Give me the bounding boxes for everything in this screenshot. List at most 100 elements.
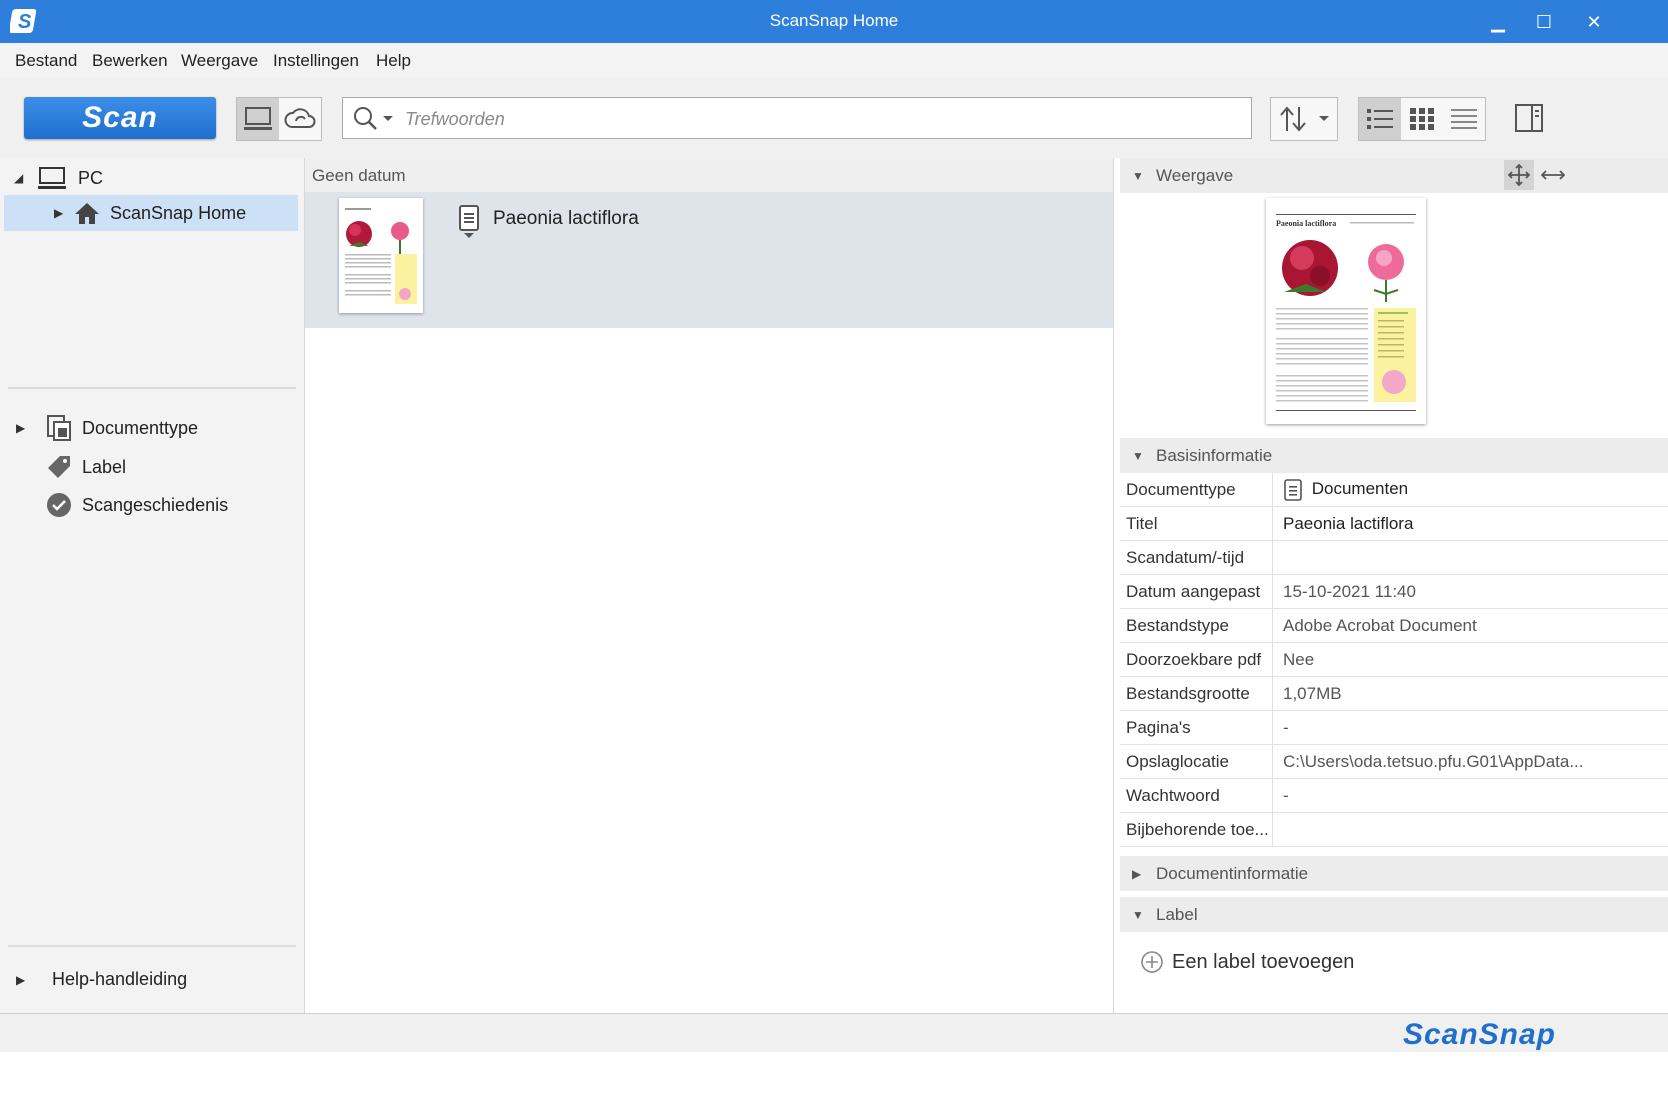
- page-preview-image: Paeonia lactiflora: [1276, 214, 1416, 411]
- table-row: Documenttype Documenten: [1120, 473, 1668, 507]
- monitor-icon: [244, 107, 272, 130]
- close-button[interactable]: ✕: [1574, 8, 1614, 36]
- info-key: Bestandstype: [1120, 608, 1273, 643]
- basic-info-section-header[interactable]: ▼ Basisinformatie: [1120, 438, 1668, 473]
- tree-item-label: ScanSnap Home: [110, 202, 247, 223]
- document-thumbnail[interactable]: [339, 198, 423, 313]
- fit-page-button[interactable]: [1504, 160, 1534, 190]
- menu-help[interactable]: Help: [376, 51, 411, 71]
- table-row: Bijbehorende toe...: [1120, 812, 1668, 847]
- list-view-toggle[interactable]: [1359, 98, 1401, 140]
- search-icon[interactable]: [351, 104, 395, 132]
- table-row: Titel Paeonia lactiflora: [1120, 506, 1668, 541]
- sort-button[interactable]: [1270, 97, 1338, 141]
- grid-view-toggle[interactable]: [1401, 98, 1443, 140]
- collapse-triangle-icon[interactable]: ▼: [1132, 169, 1146, 183]
- document-info-section-header[interactable]: ▶ Documentinformatie: [1120, 856, 1668, 891]
- menu-instellingen[interactable]: Instellingen: [273, 51, 359, 71]
- scansnap-brand-logo: ScanSnap: [1402, 1018, 1556, 1051]
- computer-icon: [38, 167, 66, 189]
- document-icon: [1284, 478, 1302, 501]
- tree-item-label: Help-handleiding: [52, 969, 188, 989]
- info-value-documenttype[interactable]: Documenten: [1272, 473, 1668, 507]
- navigation-pane: ◢ PC ▶ ScanSnap Home ▶ Documenttype Labe…: [0, 158, 305, 1013]
- info-value-title[interactable]: Paeonia lactiflora: [1272, 506, 1668, 541]
- tree-item-label: Label: [82, 456, 127, 477]
- status-bar: ScanSnap: [0, 1013, 1668, 1052]
- info-value-modified-date: 15-10-2021 11:40: [1272, 574, 1668, 609]
- sort-arrows-icon: [1280, 106, 1329, 132]
- label-section-header[interactable]: ▼ Label: [1120, 897, 1668, 932]
- document-icon: [459, 205, 479, 238]
- info-value-file-type: Adobe Acrobat Document: [1272, 608, 1668, 643]
- menu-weergave[interactable]: Weergave: [181, 51, 258, 71]
- search-box: [342, 97, 1252, 139]
- horizontal-arrows-icon: [1541, 170, 1565, 180]
- window-title: ScanSnap Home: [769, 11, 899, 30]
- scan-button[interactable]: Scan: [24, 97, 216, 139]
- home-icon: [75, 203, 99, 224]
- view-mode-switch: [1358, 97, 1486, 141]
- cloud-toggle[interactable]: [279, 98, 321, 140]
- minimize-button[interactable]: ▁: [1478, 8, 1518, 36]
- document-page-preview-icon: [345, 208, 417, 304]
- tree-item-pc[interactable]: ◢ PC: [14, 166, 103, 190]
- info-key: Documenttype: [1120, 473, 1273, 507]
- toggle-info-panel-button[interactable]: [1508, 97, 1550, 139]
- table-row: Scandatum/-tijd: [1120, 540, 1668, 575]
- cloud-sync-icon: [284, 108, 316, 128]
- table-row: Bestandsgrootte 1,07MB: [1120, 676, 1668, 711]
- info-pane: ▼ Weergave Paeonia lactiflora ▼ Basisinf…: [1114, 158, 1668, 1013]
- divider: [8, 387, 296, 389]
- table-row: Opslaglocatie C:\Users\oda.tetsuo.pfu.G0…: [1120, 744, 1668, 779]
- section-title: Basisinformatie: [1156, 445, 1273, 465]
- preview-section-header[interactable]: ▼ Weergave: [1120, 158, 1668, 193]
- collapse-triangle-icon[interactable]: ▼: [1132, 449, 1146, 463]
- document-row[interactable]: Paeonia lactiflora: [305, 192, 1113, 328]
- fit-width-button[interactable]: [1538, 160, 1568, 190]
- tree-item-scan-history[interactable]: Scangeschiedenis: [46, 492, 228, 518]
- info-value-pages: -: [1272, 710, 1668, 745]
- menu-bestand[interactable]: Bestand: [15, 51, 77, 71]
- add-label-button[interactable]: Een label toevoegen: [1140, 950, 1354, 974]
- group-header-label: Geen datum: [312, 166, 406, 185]
- document-title[interactable]: Paeonia lactiflora: [493, 208, 639, 230]
- document-list-pane: Geen datum Paeonia lactiflora: [305, 158, 1114, 1013]
- group-header: Geen datum: [305, 158, 1113, 192]
- page-preview[interactable]: Paeonia lactiflora: [1266, 198, 1426, 424]
- list-view-icon: [1367, 109, 1393, 129]
- collapse-triangle-icon[interactable]: ◢: [14, 171, 28, 185]
- divider: [8, 945, 296, 947]
- info-value-searchable-pdf: Nee: [1272, 642, 1668, 677]
- expand-triangle-icon[interactable]: ▶: [54, 206, 68, 220]
- table-row: Wachtwoord -: [1120, 778, 1668, 813]
- tree-item-scansnap-home[interactable]: ▶ ScanSnap Home: [4, 195, 298, 231]
- basic-info-table: Documenttype Documenten Titel Paeonia la…: [1120, 473, 1668, 847]
- info-key: Bestandsgrootte: [1120, 676, 1273, 711]
- maximize-button[interactable]: ☐: [1524, 8, 1564, 36]
- table-row: Bestandstype Adobe Acrobat Document: [1120, 608, 1668, 643]
- collapse-triangle-icon[interactable]: ▼: [1132, 908, 1146, 922]
- detail-view-icon: [1451, 109, 1477, 129]
- table-row: Datum aangepast 15-10-2021 11:40: [1120, 574, 1668, 609]
- tree-item-documenttype[interactable]: ▶ Documenttype: [16, 414, 198, 442]
- detail-view-toggle[interactable]: [1443, 98, 1485, 140]
- tree-item-help-manual[interactable]: ▶ Help-handleiding: [16, 969, 187, 990]
- checkmark-circle-icon: [47, 493, 71, 517]
- expand-triangle-icon[interactable]: ▶: [16, 421, 30, 435]
- section-title: Label: [1156, 904, 1198, 924]
- tree-item-label-filter[interactable]: Label: [46, 454, 126, 480]
- document-type-icon: [47, 415, 71, 441]
- section-title: Documentinformatie: [1156, 863, 1309, 883]
- search-input[interactable]: [403, 104, 1237, 134]
- panel-layout-icon: [1515, 104, 1543, 132]
- info-key: Bijbehorende toe...: [1120, 812, 1273, 847]
- expand-triangle-icon[interactable]: ▶: [1132, 867, 1146, 881]
- info-key: Datum aangepast: [1120, 574, 1273, 609]
- info-key: Pagina's: [1120, 710, 1273, 745]
- move-arrows-icon: [1508, 164, 1530, 186]
- local-pc-toggle[interactable]: [237, 98, 279, 140]
- menu-bewerken[interactable]: Bewerken: [92, 51, 168, 71]
- section-title: Weergave: [1156, 165, 1234, 185]
- expand-triangle-icon[interactable]: ▶: [16, 973, 30, 987]
